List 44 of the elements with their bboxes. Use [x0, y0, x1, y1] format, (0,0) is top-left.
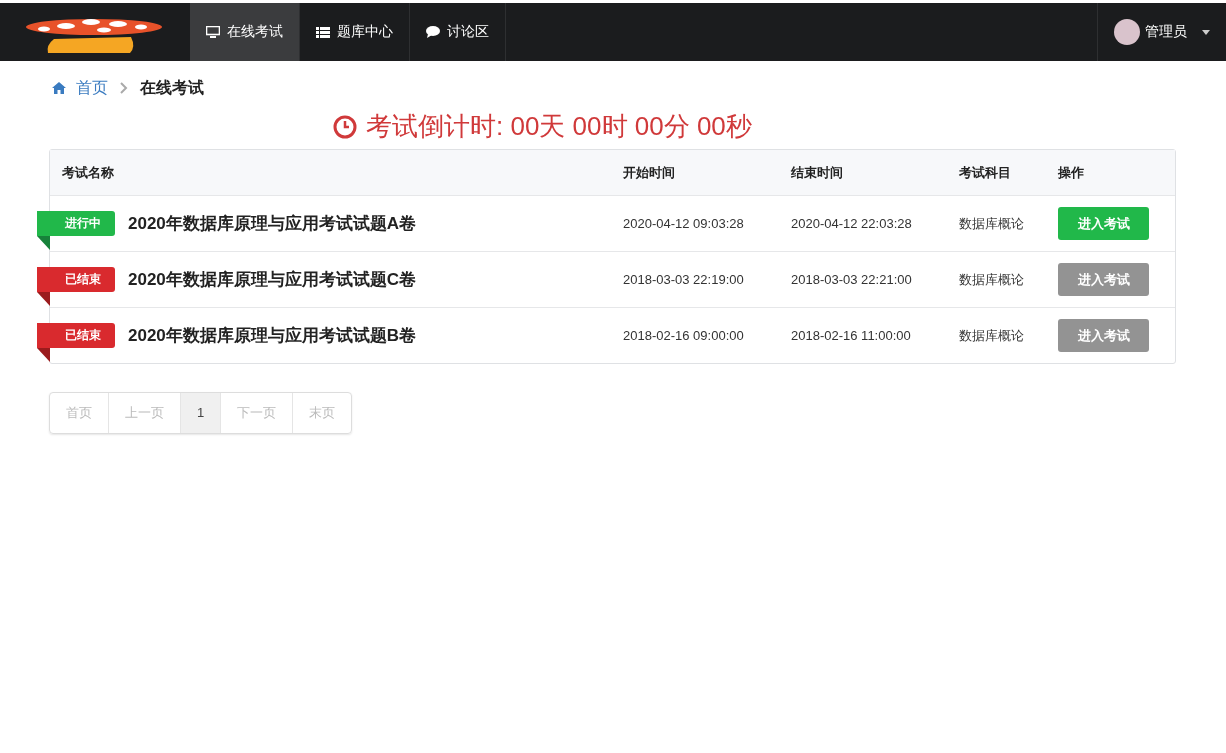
ribbon-fold-icon: [37, 292, 50, 306]
table-cell-text: 2018-02-16 09:00:00: [622, 328, 745, 343]
monitor-icon: [206, 26, 220, 38]
exam-name: 2020年数据库原理与应用考试试题A卷: [128, 213, 417, 235]
column-header: 考试科目: [958, 163, 1012, 182]
table-cell-text: 2018-02-16 11:00:00: [790, 328, 912, 343]
table-cell-text: 数据库概论: [958, 326, 1025, 345]
nav-tab[interactable]: 讨论区: [410, 3, 506, 61]
exam-name: 2020年数据库原理与应用考试试题B卷: [128, 325, 417, 347]
ribbon-fold-icon: [37, 348, 50, 362]
chevron-icon: [120, 82, 128, 94]
speech-bubble-icon: [426, 26, 440, 38]
nav-label: 讨论区: [447, 23, 489, 41]
breadcrumb-link[interactable]: 首页: [76, 77, 108, 99]
list-icon: [316, 26, 330, 38]
status-ribbon: 进行中: [37, 211, 115, 236]
user-menu[interactable]: 管理员: [1097, 3, 1226, 61]
avatar-icon: [1114, 19, 1140, 45]
home-icon: [52, 82, 66, 94]
table-cell-text: 数据库概论: [958, 214, 1025, 233]
user-name: 管理员: [1145, 23, 1187, 41]
table-cell-text: 2018-03-03 22:19:00: [622, 272, 745, 287]
clock-icon: [333, 114, 357, 139]
exam-name: 2020年数据库原理与应用考试试题C卷: [128, 269, 417, 291]
breadcrumb-current: 在线考试: [140, 77, 204, 98]
table-cell-text: 2020-04-12 09:03:28: [622, 216, 745, 231]
status-ribbon: 已结束: [37, 267, 115, 292]
caret-icon: [1202, 29, 1210, 35]
column-header: 开始时间: [622, 163, 676, 182]
nav-tab[interactable]: 题库中心: [300, 3, 410, 61]
status-ribbon: 已结束: [37, 323, 115, 348]
table-cell-text: 2018-03-03 22:21:00: [790, 272, 913, 287]
column-header: 操作: [1057, 163, 1085, 182]
nav-label: 在线考试: [227, 23, 283, 41]
column-header: 结束时间: [790, 163, 844, 182]
enter-exam-button[interactable]: 进入考试: [1058, 207, 1149, 240]
table-cell-text: 2020-04-12 22:03:28: [790, 216, 913, 231]
page-link[interactable]: 1: [181, 393, 222, 433]
nav-label: 题库中心: [337, 23, 393, 41]
table-cell-text: 数据库概论: [958, 270, 1025, 289]
ribbon-fold-icon: [37, 236, 50, 250]
nav-tab[interactable]: 在线考试: [190, 3, 300, 61]
column-header: 考试名称: [61, 163, 115, 182]
countdown-text: 考试倒计时: 00天 00时 00分 00秒: [366, 110, 752, 143]
